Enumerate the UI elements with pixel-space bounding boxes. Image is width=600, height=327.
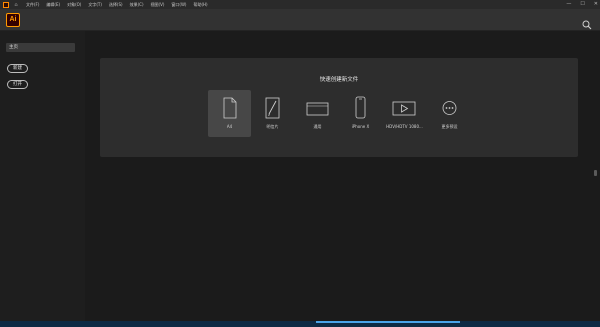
menu-edit[interactable]: 编辑(E) xyxy=(46,0,60,9)
preset-a4[interactable]: A4 xyxy=(208,90,251,137)
top-bar: Ai xyxy=(0,9,600,31)
search-icon[interactable] xyxy=(582,15,592,30)
home-main: 快速创建新文件 A4 明信片 通用 iPhone X HDV/HDTV 1080… xyxy=(85,31,600,321)
taskbar xyxy=(0,321,600,327)
menu-effect[interactable]: 效果(C) xyxy=(130,0,144,9)
scrollbar-thumb[interactable] xyxy=(594,170,597,176)
new-button[interactable]: 新建 xyxy=(7,64,28,73)
menu-view[interactable]: 视图(V) xyxy=(151,0,165,9)
preset-label: A4 xyxy=(226,124,233,129)
open-button[interactable]: 打开 xyxy=(7,80,28,89)
preset-more[interactable]: 更多预设 xyxy=(428,90,471,137)
illustrator-logo: Ai xyxy=(6,13,20,27)
postcard-icon xyxy=(265,97,280,119)
quick-create-panel: 快速创建新文件 A4 明信片 通用 iPhone X HDV/HDTV 1080… xyxy=(100,58,578,157)
more-icon xyxy=(442,101,457,115)
home-icon[interactable]: ⌂ xyxy=(12,2,20,8)
menu-help[interactable]: 帮助(H) xyxy=(193,0,207,9)
general-icon xyxy=(306,102,329,116)
phone-icon xyxy=(355,96,366,119)
sidebar: 主页 新建 打开 xyxy=(0,31,85,321)
document-icon xyxy=(223,97,237,119)
menu-file[interactable]: 文件(F) xyxy=(26,0,39,9)
taskbar-active-indicator xyxy=(316,321,460,323)
menu-type[interactable]: 文字(T) xyxy=(88,0,102,9)
preset-iphone-x[interactable]: iPhone X xyxy=(339,90,382,137)
preset-postcard[interactable]: 明信片 xyxy=(251,90,294,137)
preset-label: 更多预设 xyxy=(441,124,458,129)
maximize-icon[interactable]: ☐ xyxy=(580,0,584,9)
menu-object[interactable]: 对象(O) xyxy=(67,0,81,9)
preset-label: 通用 xyxy=(313,124,322,129)
preset-general[interactable]: 通用 xyxy=(296,90,339,137)
menu-select[interactable]: 选择(S) xyxy=(109,0,123,9)
window-controls: — ☐ ✕ xyxy=(566,0,598,9)
close-icon[interactable]: ✕ xyxy=(594,0,598,9)
preset-label: 明信片 xyxy=(266,124,279,129)
menu-window[interactable]: 窗口(W) xyxy=(171,0,186,9)
menu-bar: ⌂ 文件(F) 编辑(E) 对象(O) 文字(T) 选择(S) 效果(C) 视图… xyxy=(0,0,600,9)
minimize-icon[interactable]: — xyxy=(566,0,571,9)
app-icon-mini xyxy=(3,1,9,8)
sidebar-item-home[interactable]: 主页 xyxy=(6,43,75,52)
preset-label: HDV/HDTV 1080... xyxy=(386,124,423,129)
quick-create-title: 快速创建新文件 xyxy=(319,77,359,83)
preset-hdv-hdtv[interactable]: HDV/HDTV 1080... xyxy=(383,90,426,137)
video-icon xyxy=(392,101,416,116)
preset-label: iPhone X xyxy=(351,124,370,129)
